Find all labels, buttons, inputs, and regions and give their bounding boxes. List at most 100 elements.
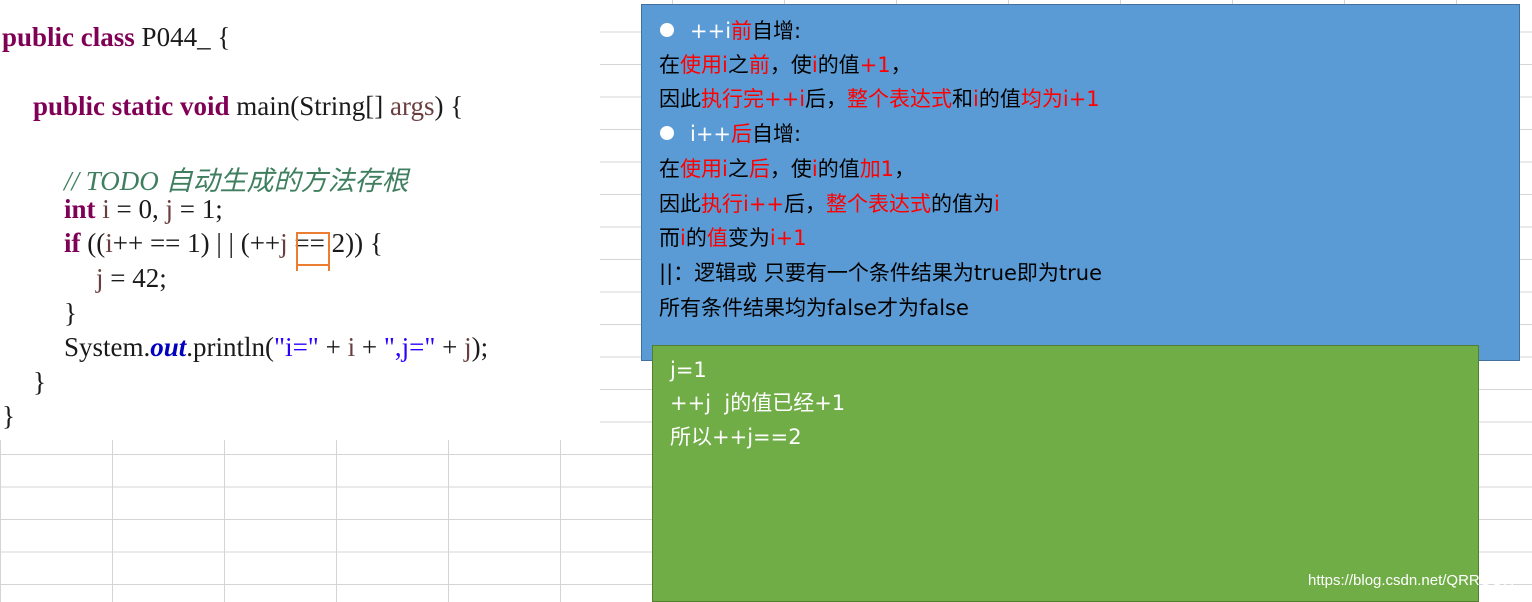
note-highlight: 使用	[680, 53, 722, 77]
code-line: int i = 0, j = 1;	[64, 194, 223, 225]
note-text: 自增:	[752, 19, 802, 43]
keyword: if	[64, 228, 81, 258]
variable: j	[96, 263, 104, 293]
note-line: ++j j的值已经+1	[670, 391, 846, 415]
note-line: 所以++j==2	[670, 425, 802, 449]
code-text: P044_ {	[134, 22, 231, 52]
code-text: );	[471, 332, 489, 362]
watermark: https://blog.csdn.net/QRRQQR	[1308, 572, 1514, 589]
note-highlight: 使用	[680, 157, 722, 181]
note-text: 因此	[659, 192, 701, 216]
explanation-note-blue: ++i前自增: 在使用i之前，使i的值+1， 因此执行完++i后，整个表达式和i…	[641, 4, 1520, 361]
variable: i	[347, 332, 356, 362]
note-highlight: 整个表达式	[847, 87, 953, 111]
code-text: = 0,	[109, 194, 166, 224]
code-text: = 1;	[173, 194, 223, 224]
note-highlight: 整个表达式	[826, 192, 932, 216]
note-text: ++i	[690, 19, 732, 43]
note-line: 在使用i之前，使i的值+1，	[659, 52, 912, 78]
highlight-box	[296, 232, 330, 266]
note-line: 因此执行完++i后，整个表达式和i的值均为i+1	[659, 86, 1100, 112]
note-highlight: 后	[748, 157, 770, 181]
note-text: 因此	[659, 87, 701, 111]
variable: j	[464, 332, 472, 362]
note-text: i++	[690, 122, 732, 146]
note-text: 的值	[817, 157, 860, 181]
code-line: j = 42;	[96, 263, 167, 294]
keyword: public class	[2, 22, 135, 52]
code-line: public class P044_ {	[2, 22, 230, 53]
code-line: System.out.println("i=" + i + ",j=" + j)…	[64, 332, 488, 363]
note-text: 的值	[978, 87, 1021, 111]
code-text: = 42;	[103, 263, 167, 293]
note-text: 之	[727, 53, 749, 77]
note-highlight: 前	[748, 53, 770, 77]
note-highlight: 加1	[859, 157, 895, 181]
code-line: public static void main(String[] args) {	[33, 91, 463, 122]
note-text: 变为	[727, 226, 770, 250]
variable: i	[105, 228, 113, 258]
note-highlight: 执行i++	[701, 192, 785, 216]
code-text: +	[435, 332, 465, 362]
note-text: ，	[890, 53, 912, 77]
note-text: ，使	[769, 157, 812, 181]
variable: j	[280, 228, 288, 258]
note-line: 而i的值变为i+1	[659, 225, 807, 251]
note-text: 而	[659, 226, 680, 250]
static-field: out	[150, 332, 187, 362]
note-text: 的	[685, 226, 707, 250]
note-text: 和	[952, 87, 974, 111]
string-literal: "i="	[274, 332, 319, 362]
note-text: 之	[727, 157, 749, 181]
note-line: i++后自增:	[660, 121, 801, 147]
highlight-tick	[328, 264, 330, 271]
note-line: 所有条件结果均为false才为false	[659, 296, 969, 320]
note-text: 的值	[817, 53, 860, 77]
note-line: 因此执行i++后，整个表达式的值为i	[659, 191, 1000, 217]
code-line: }	[2, 401, 15, 431]
note-highlight: 执行完++i	[701, 87, 806, 111]
note-text: 后，	[805, 87, 848, 111]
code-snippet: public class P044_ { public static void …	[0, 0, 600, 440]
highlight-tick	[296, 264, 298, 271]
code-text: +	[318, 332, 348, 362]
variable: j	[165, 194, 174, 224]
note-highlight: 值	[706, 226, 728, 250]
bullet-icon	[660, 126, 674, 140]
bullet-icon	[660, 23, 674, 37]
note-highlight: 均为i+1	[1020, 87, 1100, 111]
note-highlight: i+1	[769, 226, 807, 250]
note-highlight: i	[994, 192, 1000, 216]
code-text: +	[355, 332, 384, 362]
note-text: 在	[659, 53, 680, 77]
note-line: j=1	[670, 358, 707, 382]
code-line: }	[33, 367, 46, 397]
explanation-note-green: j=1 ++j j的值已经+1 所以++j==2	[652, 345, 1479, 602]
note-text: 自增:	[752, 122, 802, 146]
variable: i	[102, 194, 110, 224]
note-text: 在	[659, 157, 680, 181]
note-text: 的值为	[931, 192, 995, 216]
string-literal: ",j="	[383, 332, 436, 362]
note-highlight: 后	[731, 122, 753, 146]
code-text: ((	[80, 228, 106, 258]
note-text: ，使	[769, 53, 812, 77]
note-highlight: 前	[731, 19, 753, 43]
code-comment: // TODO 自动生成的方法存根	[64, 166, 409, 196]
note-line: 在使用i之后，使i的值加1，	[659, 156, 915, 182]
code-text: .println(	[186, 332, 275, 362]
keyword: public static void	[33, 91, 230, 121]
note-line: ||：逻辑或 只要有一个条件结果为true即为true	[659, 261, 1103, 285]
variable: args	[390, 91, 435, 121]
code-text: main(String[]	[229, 91, 391, 121]
code-line: if ((i++ == 1) | | (++j == 2)) {	[64, 228, 383, 259]
note-highlight: +1	[859, 53, 891, 77]
note-text: 后，	[784, 192, 827, 216]
code-text: ) {	[434, 91, 464, 121]
note-text: ，	[894, 157, 916, 181]
code-line: }	[64, 298, 77, 328]
code-text: System.	[64, 332, 151, 362]
note-line: ++i前自增:	[660, 18, 801, 44]
code-text: ++ == 1) | | (++	[112, 228, 281, 258]
keyword: int	[64, 194, 96, 224]
